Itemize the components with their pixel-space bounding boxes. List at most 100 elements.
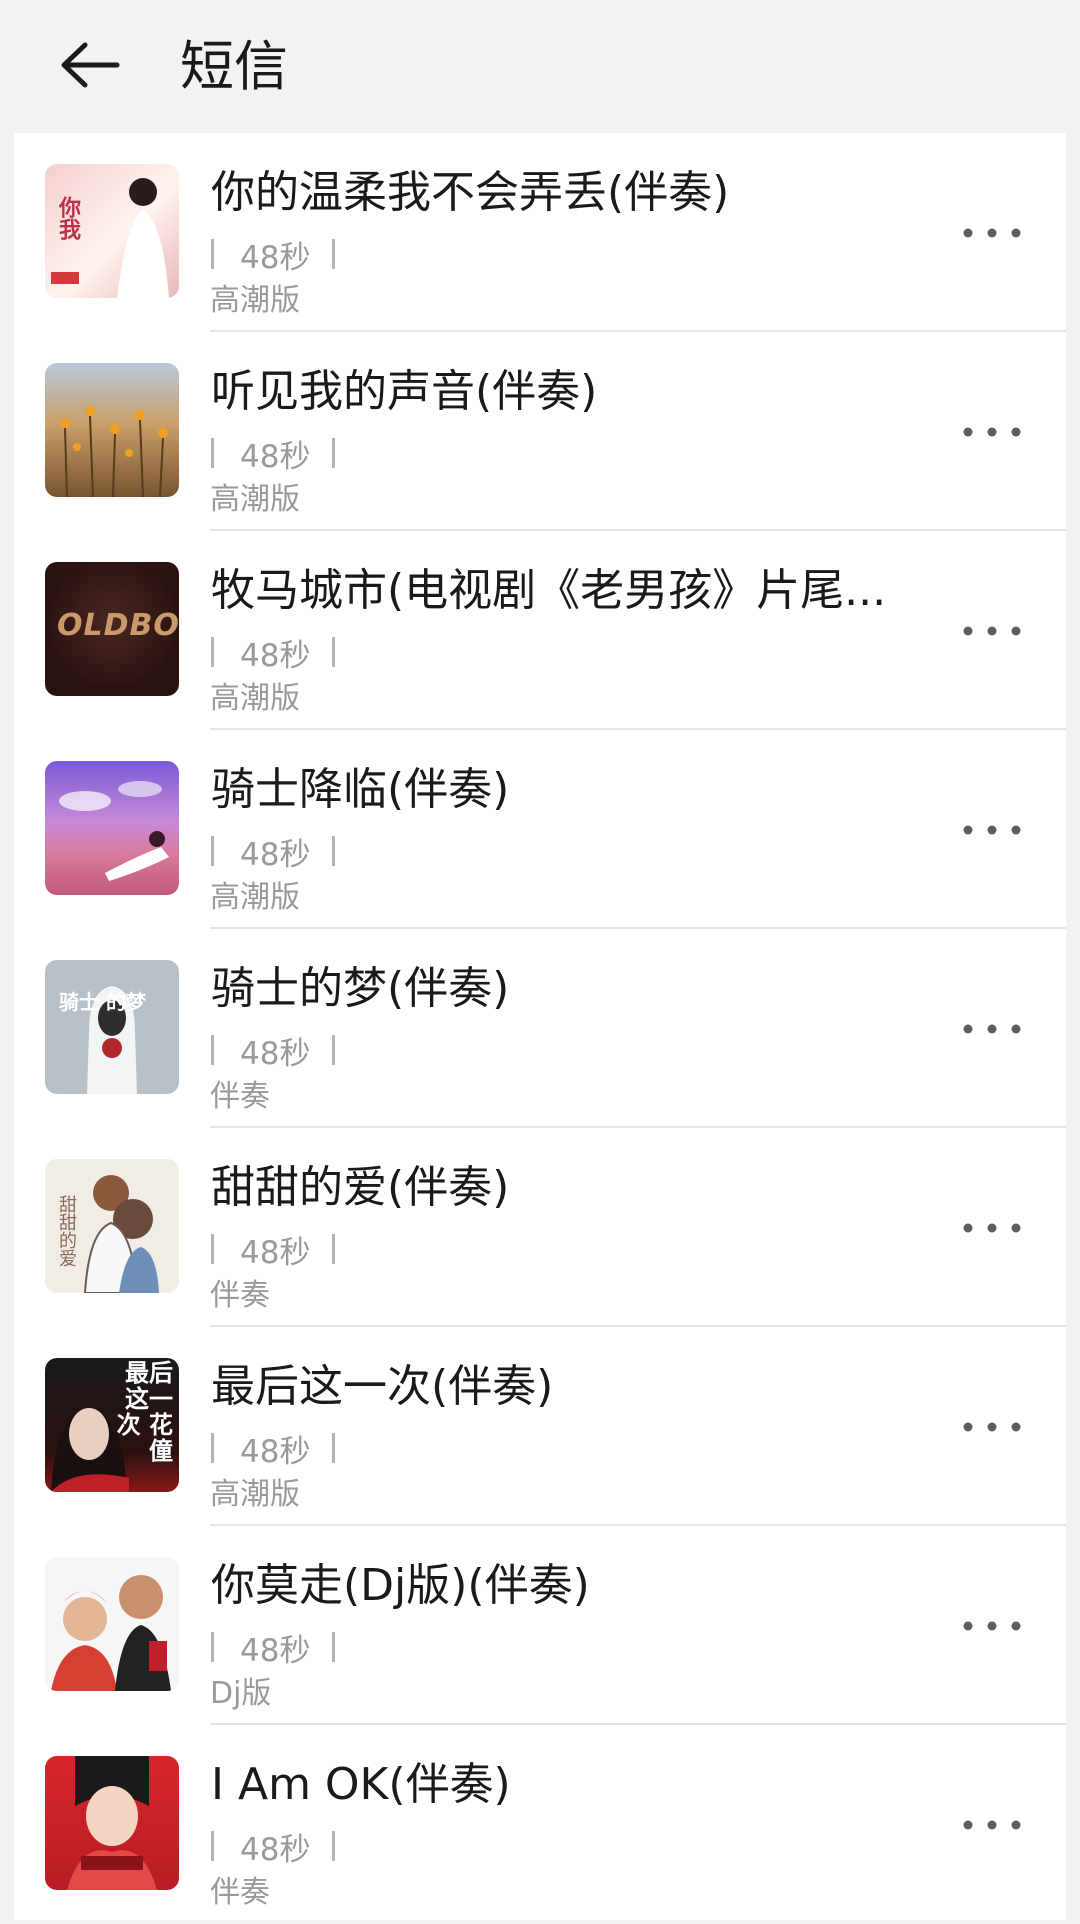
cover-text: 甜甜的爱 <box>56 1195 77 1267</box>
page-title: 短信 <box>180 35 288 98</box>
album-cover <box>45 761 179 895</box>
more-horizontal-icon <box>963 1422 1021 1432</box>
top-app-bar: 短信 <box>0 0 1080 133</box>
back-button[interactable] <box>50 30 130 100</box>
more-button[interactable] <box>952 999 1032 1059</box>
divider <box>332 239 336 269</box>
cover-text: OLDBOY <box>57 608 179 643</box>
more-button[interactable] <box>952 1397 1032 1457</box>
song-meta: 48秒 <box>211 829 336 873</box>
divider <box>332 836 336 866</box>
version-label: 高潮版 <box>210 1477 300 1512</box>
song-meta: 48秒 <box>211 1028 336 1072</box>
song-title: 你莫走(Dj版)(伴奏) <box>211 1560 590 1611</box>
divider <box>332 1433 336 1463</box>
version-label: 高潮版 <box>210 482 300 517</box>
version-label: 高潮版 <box>210 283 300 318</box>
song-meta: 48秒 <box>211 1227 336 1271</box>
song-row[interactable]: I Am OK(伴奏) 48秒 伴奏 <box>14 1725 1066 1924</box>
divider <box>332 1632 336 1662</box>
more-horizontal-icon <box>963 1223 1021 1233</box>
album-art-graphic <box>59 781 169 881</box>
more-button[interactable] <box>952 1198 1032 1258</box>
version-label: 伴奏 <box>210 1278 270 1313</box>
album-cover <box>45 363 179 497</box>
song-meta: 48秒 <box>211 630 336 674</box>
cover-text: 你我 <box>55 196 80 240</box>
divider <box>332 438 336 468</box>
duration-label: 48秒 <box>240 239 311 276</box>
song-row[interactable]: 听见我的声音(伴奏) 48秒 高潮版 <box>14 332 1066 531</box>
song-row[interactable]: 骑士降临(伴奏) 48秒 高潮版 <box>14 730 1066 929</box>
version-label: Dj版 <box>210 1676 272 1711</box>
duration-label: 48秒 <box>240 438 311 475</box>
album-art-graphic <box>51 1575 171 1691</box>
song-title: 听见我的声音(伴奏) <box>211 366 598 417</box>
song-row[interactable]: 你我 你的温柔我不会弄丢(伴奏) 48秒 高潮版 <box>14 133 1066 332</box>
duration-label: 48秒 <box>240 836 311 873</box>
more-horizontal-icon <box>963 825 1021 835</box>
song-meta: 48秒 <box>211 431 336 475</box>
more-horizontal-icon <box>963 228 1021 238</box>
cover-text: 骑士 的梦 <box>59 990 146 1014</box>
song-meta: 48秒 <box>211 1426 336 1470</box>
divider <box>211 438 214 468</box>
album-cover <box>45 1756 179 1890</box>
album-cover: 骑士 的梦 <box>45 960 179 1094</box>
song-title: I Am OK(伴奏) <box>211 1759 511 1810</box>
divider <box>332 1831 336 1861</box>
more-horizontal-icon <box>963 427 1021 437</box>
divider <box>332 1234 336 1264</box>
version-label: 伴奏 <box>210 1875 270 1910</box>
divider <box>211 239 214 269</box>
song-row[interactable]: 最后 这一次 花僮 最后这一次(伴奏) 48秒 高潮版 <box>14 1327 1066 1526</box>
song-meta: 48秒 <box>211 1625 336 1669</box>
more-button[interactable] <box>952 203 1032 263</box>
more-button[interactable] <box>952 601 1032 661</box>
album-cover <box>45 1557 179 1691</box>
version-label: 高潮版 <box>210 681 300 716</box>
divider <box>211 637 214 667</box>
cover-text: 最后 这一次 花僮 <box>116 1359 173 1465</box>
divider <box>211 1234 214 1264</box>
song-row[interactable]: 甜甜的爱 甜甜的爱(伴奏) 48秒 伴奏 <box>14 1128 1066 1327</box>
duration-label: 48秒 <box>240 1433 311 1470</box>
song-title: 骑士降临(伴奏) <box>211 764 510 815</box>
album-cover: 你我 <box>45 164 179 298</box>
more-button[interactable] <box>952 1596 1032 1656</box>
more-button[interactable] <box>952 1795 1032 1855</box>
more-button[interactable] <box>952 800 1032 860</box>
song-title: 你的温柔我不会弄丢(伴奏) <box>211 167 730 218</box>
duration-label: 48秒 <box>240 1234 311 1271</box>
divider <box>211 1632 214 1662</box>
divider <box>211 1433 214 1463</box>
more-horizontal-icon <box>963 1621 1021 1631</box>
album-art-graphic <box>67 1756 157 1890</box>
song-row[interactable]: OLDBOY 牧马城市(电视剧《老男孩》片尾... 48秒 高潮版 <box>14 531 1066 730</box>
song-meta: 48秒 <box>211 1824 336 1868</box>
album-cover: 最后 这一次 花僮 <box>45 1358 179 1492</box>
album-cover: OLDBOY <box>45 562 179 696</box>
duration-label: 48秒 <box>240 1035 311 1072</box>
more-horizontal-icon <box>963 1820 1021 1830</box>
more-horizontal-icon <box>963 626 1021 636</box>
song-meta: 48秒 <box>211 232 336 276</box>
divider <box>211 1035 214 1065</box>
divider <box>332 1035 336 1065</box>
more-button[interactable] <box>952 402 1032 462</box>
song-list: 你我 你的温柔我不会弄丢(伴奏) 48秒 高潮版 听见我的声音(伴奏) 48秒 … <box>14 133 1066 1920</box>
album-cover: 甜甜的爱 <box>45 1159 179 1293</box>
version-label: 伴奏 <box>210 1079 270 1114</box>
divider <box>211 836 214 866</box>
song-title: 骑士的梦(伴奏) <box>211 963 510 1014</box>
divider <box>332 637 336 667</box>
version-label: 高潮版 <box>210 880 300 915</box>
duration-label: 48秒 <box>240 1632 311 1669</box>
song-row[interactable]: 骑士 的梦 骑士的梦(伴奏) 48秒 伴奏 <box>14 929 1066 1128</box>
album-art-graphic <box>87 986 137 1094</box>
song-title: 牧马城市(电视剧《老男孩》片尾... <box>211 565 887 616</box>
duration-label: 48秒 <box>240 1831 311 1868</box>
song-title: 最后这一次(伴奏) <box>211 1361 554 1412</box>
song-row[interactable]: 你莫走(Dj版)(伴奏) 48秒 Dj版 <box>14 1526 1066 1725</box>
album-art-graphic <box>60 406 168 497</box>
